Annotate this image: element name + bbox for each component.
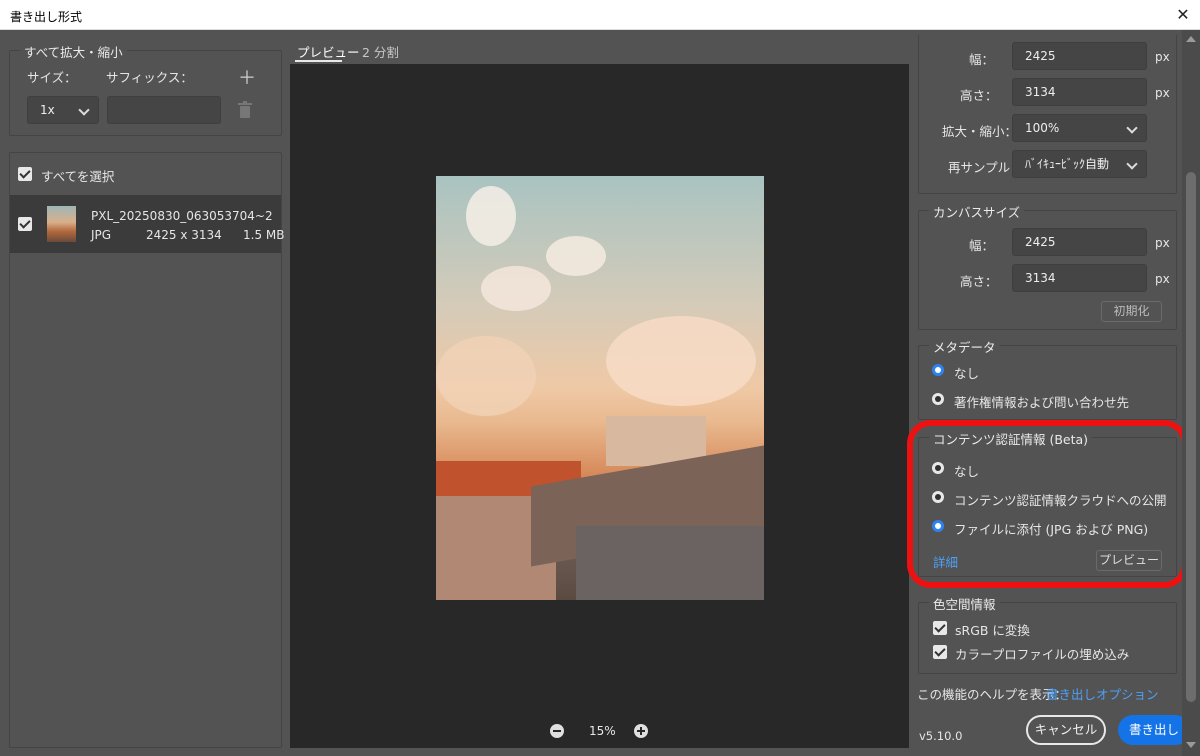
help-text: この機能のヘルプを表示： [917,687,1068,702]
canvas-height-unit: px [1155,272,1170,286]
canvas-width-input[interactable]: 2425 [1012,228,1147,256]
size-select-value: 1x [40,103,55,117]
file-size: 1.5 MB [243,228,285,242]
srgb-checkbox[interactable] [933,621,947,635]
preview-canvas[interactable]: 15% [290,64,909,748]
scale-label: 拡大・縮小： [942,124,1018,139]
file-thumbnail [47,206,76,242]
scale-all-legend: すべて拡大・縮小 [20,42,127,61]
file-name: PXL_20250830_063053704~2 [91,209,273,223]
zoom-level: 15% [589,724,616,738]
window-title: 書き出し形式 [10,10,83,24]
file-list-group: すべてを選択 PXL_20250830_063053704~2 JPG 2425… [9,152,285,748]
canvas-width-label: 幅： [969,238,995,253]
scrollbar-thumb[interactable] [1186,172,1196,702]
canvas-height-input[interactable]: 3134 [1012,264,1147,292]
file-type: JPG [91,228,112,242]
cancel-button[interactable]: キャンセル [1026,715,1106,745]
srgb-label: sRGB に変換 [955,623,1030,638]
color-space-legend: 色空間情報 [929,594,1000,613]
scale-select-value: 100% [1025,121,1060,135]
chevron-down-icon [1126,158,1138,170]
canvas-height-label: 高さ： [960,274,998,289]
metadata-none-label: なし [954,366,980,381]
trash-icon[interactable] [237,101,253,122]
close-icon[interactable]: ✕ [1172,4,1194,26]
help-link[interactable]: 書き出しオプション [1046,684,1159,703]
chevron-down-icon [1126,122,1138,134]
tab-preview[interactable]: プレビュー [297,42,360,61]
metadata-copyright-label: 著作権情報および問い合わせ先 [954,395,1130,410]
embed-profile-label: カラープロファイルの埋め込み [955,647,1130,662]
metadata-legend: メタデータ [929,337,1000,356]
canvas-size-legend: カンバスサイズ [929,202,1025,221]
size-select[interactable]: 1x [27,96,99,124]
scroll-down-icon[interactable] [1186,742,1196,748]
select-all-label: すべてを選択 [41,169,115,184]
metadata-copyright-radio[interactable] [932,393,944,405]
size-label: サイズ： [27,70,77,85]
file-dimensions: 2425 x 3134 [146,228,222,242]
export-button[interactable]: 書き出し [1118,715,1190,745]
metadata-none-radio[interactable] [932,364,944,376]
preview-image [436,176,764,600]
height-label: 高さ： [960,88,998,103]
file-checkbox[interactable] [18,217,32,231]
canvas-width-unit: px [1155,236,1170,250]
embed-profile-checkbox[interactable] [933,645,947,659]
tab-preview-underline [295,60,342,62]
highlight-annotation [907,420,1188,588]
chevron-down-icon [78,104,90,116]
height-unit: px [1155,86,1170,100]
width-unit: px [1155,50,1170,64]
width-label: 幅： [969,52,995,67]
zoom-in-icon[interactable] [634,724,648,738]
suffix-input[interactable] [107,96,221,124]
resample-select-value: ﾊﾞｲｷｭｰﾋﾞｯｸ自動 [1025,157,1110,171]
resample-select[interactable]: ﾊﾞｲｷｭｰﾋﾞｯｸ自動 [1012,150,1147,178]
tab-split[interactable]: 2 分割 [362,42,399,61]
width-input[interactable]: 2425 [1012,42,1147,70]
height-input[interactable]: 3134 [1012,78,1147,106]
version-label: v5.10.0 [919,729,963,743]
add-icon[interactable]: ＋ [238,64,256,90]
reset-button[interactable]: 初期化 [1101,301,1162,322]
select-all-checkbox[interactable] [18,167,32,181]
zoom-out-icon[interactable] [550,724,564,738]
file-row[interactable]: PXL_20250830_063053704~2 JPG 2425 x 3134… [10,195,285,253]
scale-select[interactable]: 100% [1012,114,1147,142]
scroll-up-icon[interactable] [1186,36,1196,42]
suffix-label: サフィックス： [106,70,193,85]
title-bar: 書き出し形式 ✕ [0,0,1200,30]
